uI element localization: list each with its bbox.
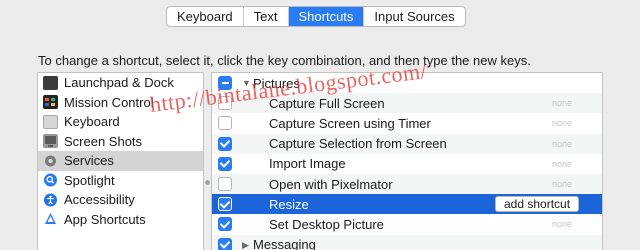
shortcut-row[interactable]: Capture Selection from Screen none [212, 133, 602, 154]
shortcut-checkbox[interactable] [218, 156, 232, 171]
shortcut-row[interactable]: Capture Full Screen none [212, 93, 602, 114]
shortcut-key[interactable]: none [552, 159, 572, 169]
category-spotlight[interactable]: Spotlight [38, 171, 203, 191]
shortcut-label: Capture Selection from Screen [269, 136, 447, 152]
category-label: Services [64, 153, 114, 169]
shortcut-label: Resize [269, 196, 309, 212]
shortcut-label: Import Image [269, 156, 346, 172]
category-screen-shots[interactable]: Screen Shots [38, 132, 203, 152]
category-label: Screen Shots [64, 133, 143, 149]
shortcut-checkbox[interactable] [218, 217, 232, 232]
disclosure-down-icon[interactable]: ▼ [242, 78, 251, 88]
launchpad-dock-icon [43, 75, 58, 90]
add-shortcut-button[interactable]: add shortcut [495, 196, 580, 213]
keyboard-icon [43, 114, 58, 129]
group-label: Pictures [253, 75, 300, 91]
shortcut-row-selected[interactable]: Resize add shortcut [212, 194, 602, 215]
category-label: Accessibility [64, 192, 135, 208]
shortcut-checkbox[interactable] [218, 136, 232, 151]
category-launchpad-dock[interactable]: Launchpad & Dock [38, 73, 203, 93]
tab-input-sources[interactable]: Input Sources [364, 7, 464, 26]
instructions-text: To change a shortcut, select it, click t… [38, 53, 531, 68]
category-app-shortcuts[interactable]: App Shortcuts [38, 210, 203, 230]
shortcut-checkbox[interactable] [218, 96, 232, 111]
preferences-tabbar: Keyboard Text Shortcuts Input Sources [166, 6, 466, 27]
disclosure-right-icon[interactable]: ▶ [242, 240, 249, 250]
tab-text[interactable]: Text [244, 7, 289, 26]
shortcut-checkbox[interactable] [218, 176, 232, 191]
shortcut-key[interactable]: none [552, 118, 572, 128]
spotlight-icon [43, 173, 58, 187]
category-label: Mission Control [64, 94, 154, 110]
category-label: Keyboard [64, 114, 120, 130]
group-checkbox-messaging[interactable] [218, 237, 232, 250]
shortcut-label: Set Desktop Picture [269, 216, 384, 232]
splitter-handle[interactable] [205, 180, 210, 185]
shortcut-key[interactable]: none [552, 219, 572, 229]
shortcut-row[interactable]: Open with Pixelmator none [212, 173, 602, 195]
gear-icon [43, 154, 58, 168]
mission-control-icon [43, 95, 58, 110]
category-label: Launchpad & Dock [64, 75, 174, 91]
shortcut-row[interactable]: Capture Screen using Timer none [212, 113, 602, 133]
app-shortcuts-icon [43, 212, 58, 226]
group-row-messaging[interactable]: ▶ Messaging [212, 234, 602, 250]
shortcut-checkbox[interactable] [218, 116, 232, 131]
shortcut-label: Capture Screen using Timer [269, 115, 431, 131]
category-keyboard[interactable]: Keyboard [38, 112, 203, 132]
accessibility-icon [43, 193, 58, 207]
shortcut-checkbox[interactable] [218, 197, 232, 212]
group-label: Messaging [253, 237, 316, 250]
tab-keyboard[interactable]: Keyboard [167, 7, 244, 26]
screen-shots-icon [43, 134, 58, 149]
category-accessibility[interactable]: Accessibility [38, 190, 203, 210]
category-mission-control[interactable]: Mission Control [38, 93, 203, 113]
shortcut-key[interactable]: none [552, 179, 572, 189]
shortcut-key[interactable]: none [552, 98, 572, 108]
shortcut-label: Open with Pixelmator [269, 176, 393, 192]
group-checkbox-pictures[interactable] [218, 76, 232, 90]
category-services[interactable]: Services [38, 151, 203, 171]
category-label: Spotlight [64, 172, 115, 188]
shortcut-list: ▼ Pictures Capture Full Screen none Capt… [211, 72, 603, 250]
category-label: App Shortcuts [64, 211, 146, 227]
shortcut-row[interactable]: Set Desktop Picture none [212, 214, 602, 234]
group-row-pictures[interactable]: ▼ Pictures [212, 73, 602, 93]
shortcut-key[interactable]: none [552, 139, 572, 149]
category-list: Launchpad & Dock Mission Control Keyboar… [37, 72, 204, 250]
tab-shortcuts[interactable]: Shortcuts [288, 7, 365, 26]
shortcut-label: Capture Full Screen [269, 95, 385, 111]
shortcut-row[interactable]: Import Image none [212, 154, 602, 174]
